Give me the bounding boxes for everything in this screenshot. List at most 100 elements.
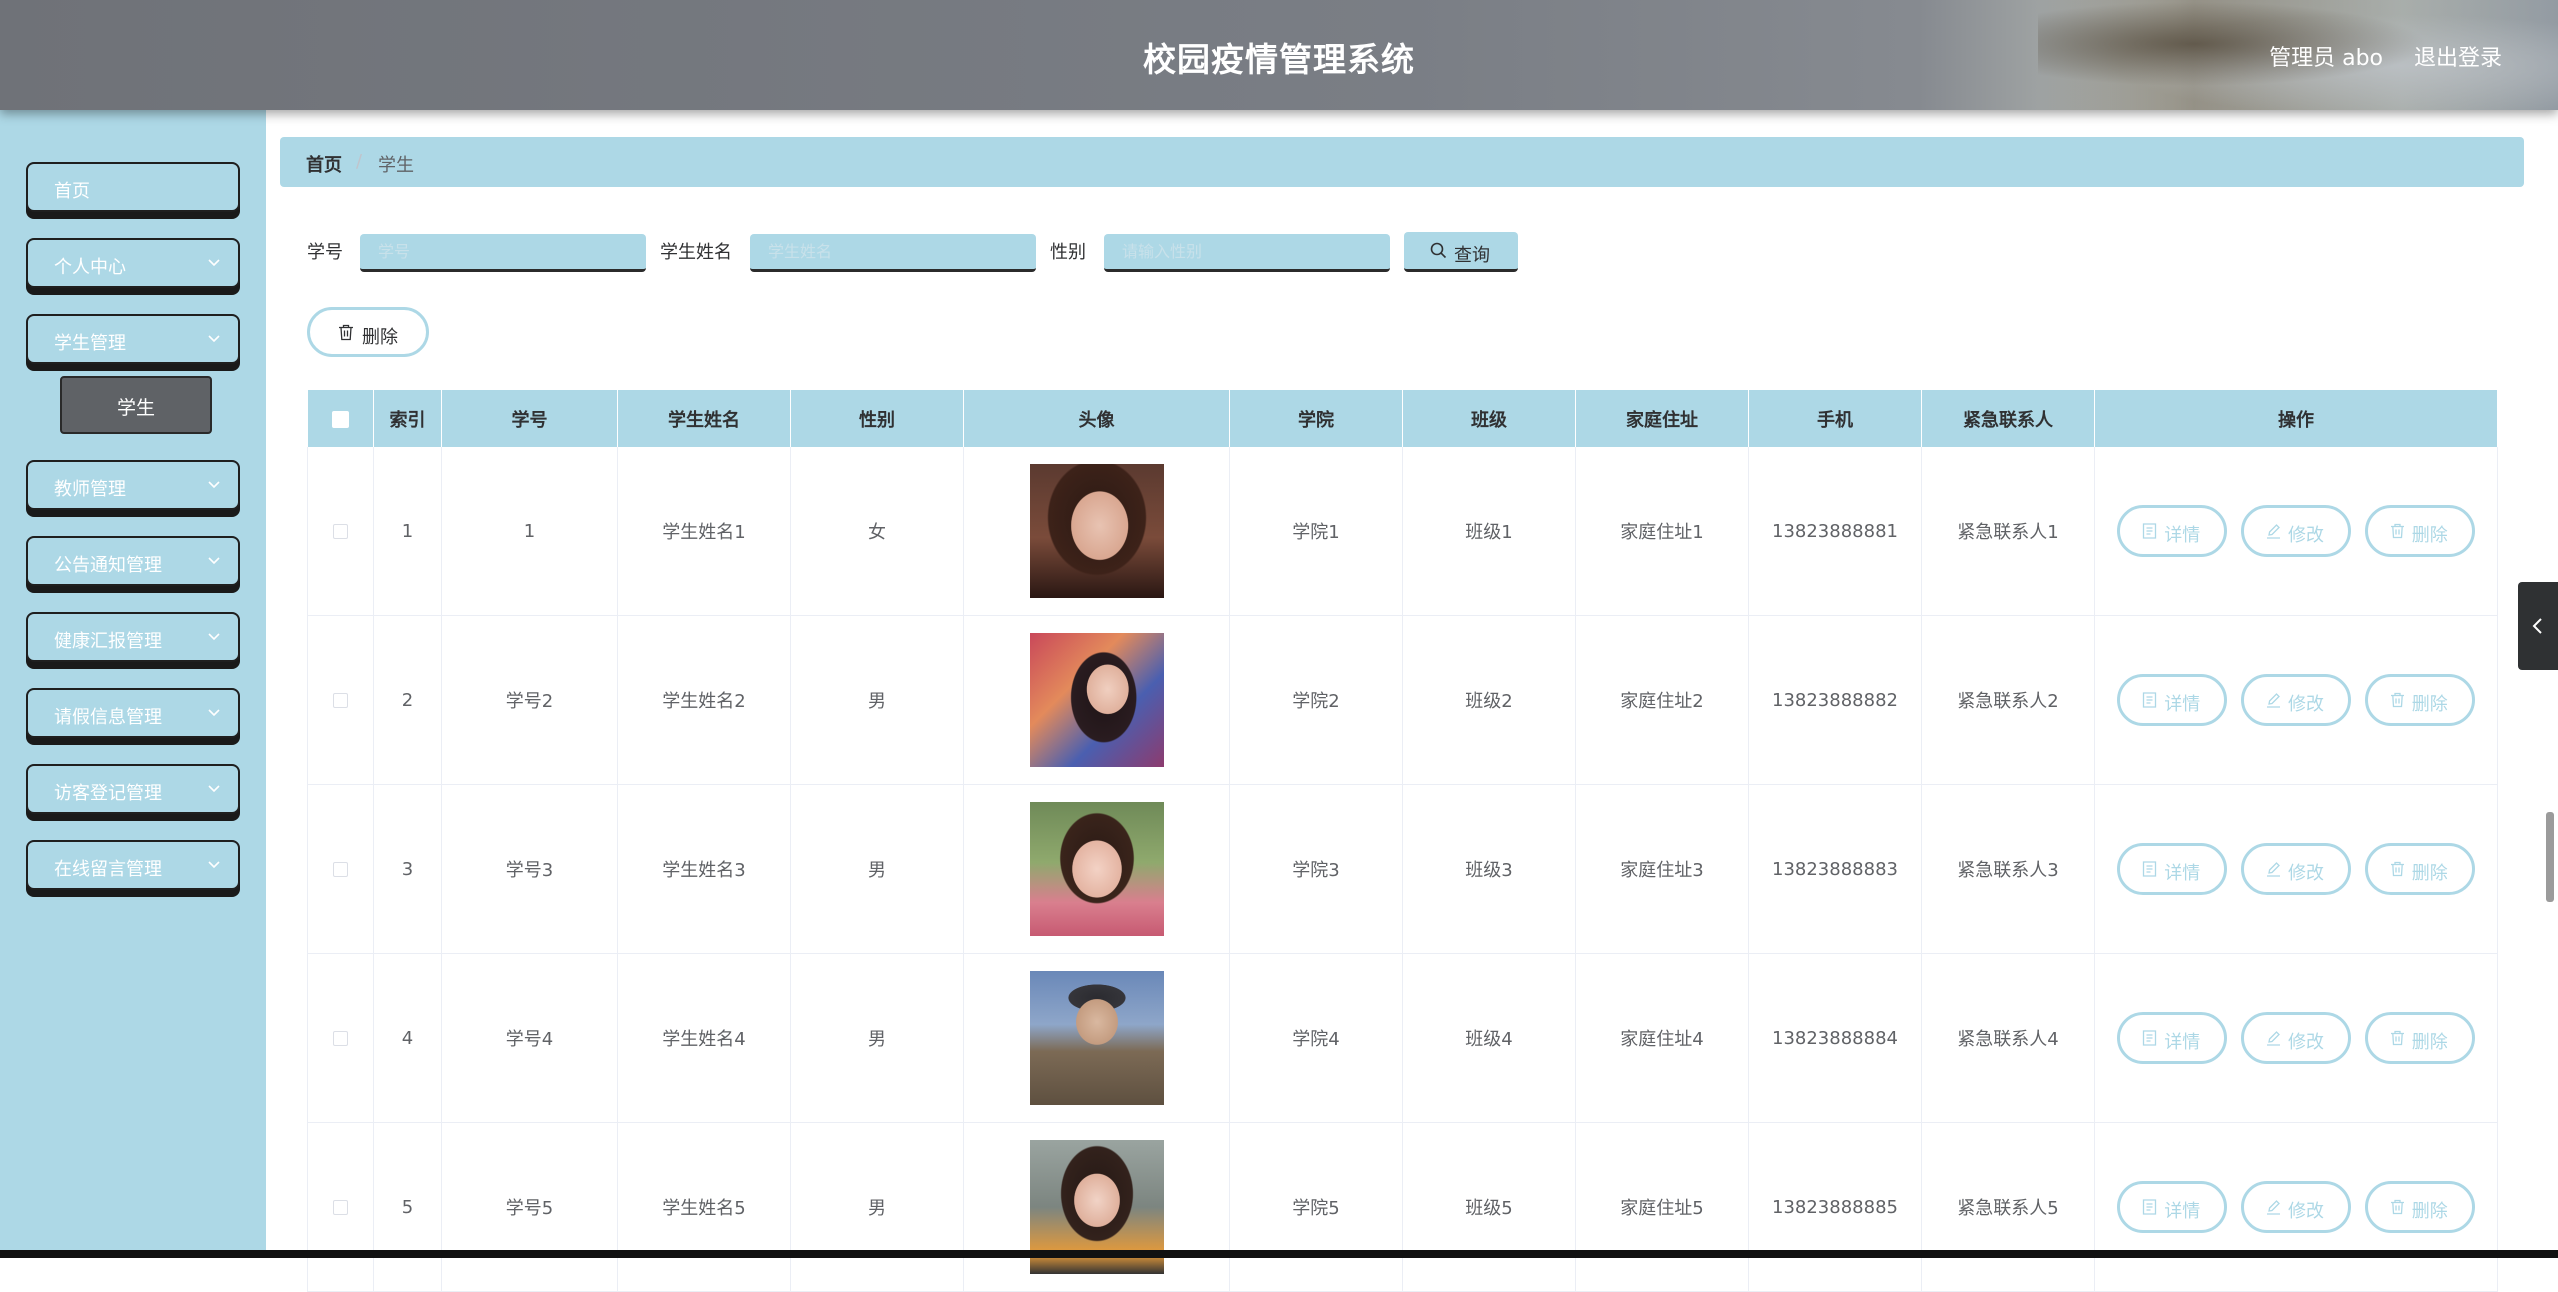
cell-name: 学生姓名3 xyxy=(617,784,791,954)
sidebar-item-label: 健康汇报管理 xyxy=(54,631,162,652)
cell-avatar xyxy=(963,784,1230,954)
edit-button[interactable]: 修改 xyxy=(2241,674,2351,726)
cell-gender: 男 xyxy=(790,615,964,785)
top-header: 校园疫情管理系统 管理员 abo 退出登录 xyxy=(0,0,2558,110)
cell-avatar xyxy=(963,447,1230,616)
student-no-label: 学号 xyxy=(307,242,343,263)
detail-button[interactable]: 详情 xyxy=(2117,505,2228,557)
cell-index: 4 xyxy=(373,953,442,1123)
row-checkbox[interactable] xyxy=(333,693,348,708)
chevron-down-icon xyxy=(208,557,220,565)
edit-icon xyxy=(2267,693,2280,708)
edit-button-label: 修改 xyxy=(2288,863,2324,884)
sidebar-item-teacher-management[interactable]: 教师管理 xyxy=(26,460,240,510)
cell-avatar xyxy=(963,615,1230,785)
cell-actions: 详情 修改 删除 xyxy=(2094,615,2498,785)
sidebar-item-home[interactable]: 首页 xyxy=(26,162,240,212)
query-button-label: 查询 xyxy=(1454,245,1490,266)
row-checkbox[interactable] xyxy=(333,862,348,877)
column-header-index: 索引 xyxy=(373,390,442,447)
student-no-input[interactable] xyxy=(360,234,646,272)
row-checkbox[interactable] xyxy=(333,524,348,539)
delete-button[interactable]: 删除 xyxy=(2364,505,2475,557)
delete-button[interactable]: 删除 xyxy=(2364,674,2475,726)
cell-student-no: 1 xyxy=(441,447,618,616)
select-all-checkbox[interactable] xyxy=(331,410,349,428)
student-avatar-image xyxy=(1029,633,1164,767)
cell-contact: 紧急联系人2 xyxy=(1921,615,2095,785)
column-header-contact: 紧急联系人 xyxy=(1921,390,2095,447)
cell-college: 学院5 xyxy=(1229,1122,1403,1292)
detail-button[interactable]: 详情 xyxy=(2117,843,2228,895)
cell-contact: 紧急联系人3 xyxy=(1921,784,2095,954)
delete-button[interactable]: 删除 xyxy=(2364,1181,2475,1233)
panel-toggle-button[interactable] xyxy=(2518,582,2558,670)
cell-class: 班级4 xyxy=(1402,953,1576,1123)
gender-input[interactable] xyxy=(1104,234,1390,272)
delete-button-label: 删除 xyxy=(2411,525,2448,546)
row-checkbox[interactable] xyxy=(333,1031,348,1046)
cell-address: 家庭住址4 xyxy=(1575,953,1749,1123)
chevron-left-icon xyxy=(2532,618,2542,634)
table-row: 5 学号5 学生姓名5 男 学院5 班级5 家庭住址5 13823888885 … xyxy=(307,1122,2498,1292)
student-name-input[interactable] xyxy=(750,234,1036,272)
sidebar-subitem-student[interactable]: 学生 xyxy=(60,376,212,434)
breadcrumb-home[interactable]: 首页 xyxy=(306,151,342,177)
document-icon xyxy=(2143,1030,2157,1046)
column-header-actions: 操作 xyxy=(2094,390,2498,447)
chevron-down-icon xyxy=(208,709,220,717)
column-header-name: 学生姓名 xyxy=(617,390,791,447)
table-row: 2 学号2 学生姓名2 男 学院2 班级2 家庭住址2 13823888882 … xyxy=(307,615,2498,785)
trash-icon xyxy=(2390,1199,2404,1215)
detail-button[interactable]: 详情 xyxy=(2117,1181,2228,1233)
sidebar-item-visitor-management[interactable]: 访客登记管理 xyxy=(26,764,240,814)
cell-name: 学生姓名1 xyxy=(617,447,791,616)
sidebar-item-label: 学生管理 xyxy=(54,333,126,354)
edit-button[interactable]: 修改 xyxy=(2241,843,2351,895)
cell-student-no: 学号2 xyxy=(441,615,618,785)
sidebar-item-notice-management[interactable]: 公告通知管理 xyxy=(26,536,240,586)
cell-class: 班级5 xyxy=(1402,1122,1576,1292)
student-table: 索引 学号 学生姓名 性别 头像 学院 班级 家庭住址 手机 紧急联系人 操作 … xyxy=(307,390,2498,1292)
sidebar-item-label: 个人中心 xyxy=(54,257,126,278)
cell-class: 班级2 xyxy=(1402,615,1576,785)
sidebar-item-label: 请假信息管理 xyxy=(54,707,162,728)
delete-button[interactable]: 删除 xyxy=(2364,843,2475,895)
edit-button[interactable]: 修改 xyxy=(2241,1012,2351,1064)
edit-icon xyxy=(2267,862,2280,877)
detail-button-label: 详情 xyxy=(2164,1032,2201,1053)
cell-college: 学院2 xyxy=(1229,615,1403,785)
column-header-avatar: 头像 xyxy=(963,390,1230,447)
trash-icon xyxy=(2390,861,2404,877)
cell-actions: 详情 修改 删除 xyxy=(2094,784,2498,954)
edit-button[interactable]: 修改 xyxy=(2241,505,2351,557)
sidebar-item-label: 首页 xyxy=(54,181,90,202)
sidebar-item-student-management[interactable]: 学生管理 xyxy=(26,314,240,364)
sidebar-item-message-management[interactable]: 在线留言管理 xyxy=(26,840,240,890)
edit-button-label: 修改 xyxy=(2288,694,2324,715)
sidebar-item-personal-center[interactable]: 个人中心 xyxy=(26,238,240,288)
sidebar-item-leave-management[interactable]: 请假信息管理 xyxy=(26,688,240,738)
student-avatar-image xyxy=(1029,971,1164,1105)
chevron-down-icon xyxy=(208,861,220,869)
scrollbar-thumb[interactable] xyxy=(2546,812,2554,902)
sidebar-item-health-report-management[interactable]: 健康汇报管理 xyxy=(26,612,240,662)
delete-button[interactable]: 删除 xyxy=(2364,1012,2475,1064)
breadcrumb-current: 学生 xyxy=(378,155,414,176)
bottom-edge xyxy=(0,1250,2558,1258)
chevron-down-icon xyxy=(208,259,220,267)
logout-link[interactable]: 退出登录 xyxy=(2414,40,2502,72)
cell-avatar xyxy=(963,953,1230,1123)
batch-delete-button[interactable]: 删除 xyxy=(307,307,429,357)
row-checkbox[interactable] xyxy=(333,1200,348,1215)
edit-button-label: 修改 xyxy=(2288,525,2324,546)
detail-button[interactable]: 详情 xyxy=(2117,1012,2228,1064)
detail-button[interactable]: 详情 xyxy=(2117,674,2228,726)
column-header-student-no: 学号 xyxy=(441,390,618,447)
detail-button-label: 详情 xyxy=(2164,694,2201,715)
column-header-gender: 性别 xyxy=(790,390,964,447)
edit-button[interactable]: 修改 xyxy=(2241,1181,2351,1233)
query-button[interactable]: 查询 xyxy=(1404,232,1518,272)
page-scrollbar[interactable] xyxy=(2540,110,2558,1250)
cell-college: 学院4 xyxy=(1229,953,1403,1123)
